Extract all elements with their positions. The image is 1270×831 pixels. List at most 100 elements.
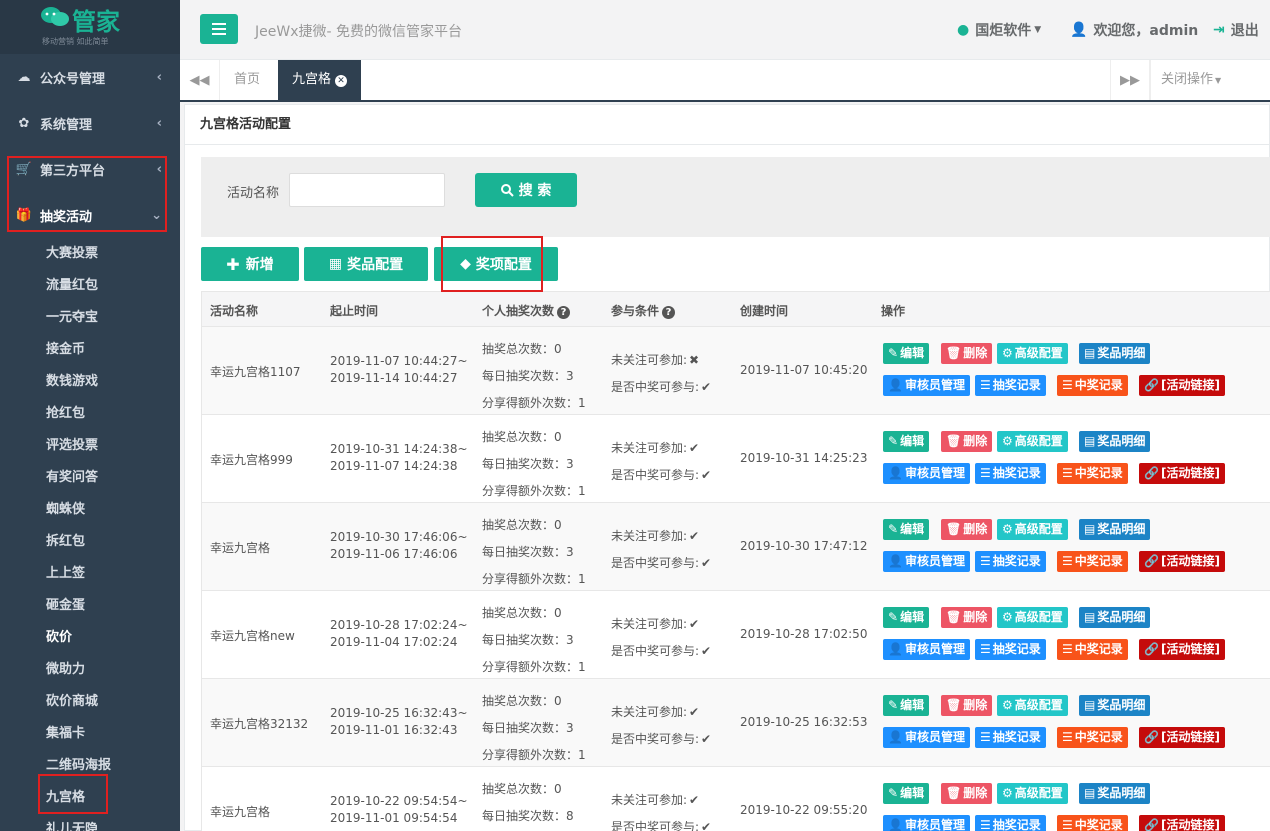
close-tab-icon[interactable]: ✕: [335, 75, 348, 87]
op-button-0[interactable]: ✎ 编辑: [883, 695, 930, 716]
sidebar-subitem[interactable]: 砍价: [0, 622, 180, 654]
op-button-1[interactable]: 🗑 删除: [941, 607, 993, 628]
sidebar-menu-toggle[interactable]: 🎁 抽奖活动 ⌄: [0, 192, 180, 238]
op-button-6[interactable]: ☰ 中奖记录: [1057, 463, 1128, 484]
op-label: [活动链接]: [1160, 730, 1220, 744]
op-button-0[interactable]: ✎ 编辑: [883, 343, 930, 364]
tab-home[interactable]: 首页: [220, 60, 274, 100]
activity-name: 幸运九宫格: [210, 805, 271, 819]
op-button-5[interactable]: ☰ 抽奖记录: [975, 551, 1046, 572]
sidebar-subitem[interactable]: 集福卡: [0, 718, 180, 750]
count-line: 分享得额外次数：1: [482, 390, 586, 417]
op-button-1[interactable]: 🗑 删除: [941, 695, 993, 716]
sidebar-subitem[interactable]: 评选投票: [0, 430, 180, 462]
search-button[interactable]: 搜 索: [475, 173, 577, 207]
sidebar-subitem[interactable]: 一元夺宝: [0, 302, 180, 334]
sidebar-menu-toggle[interactable]: ☁ 公众号管理 ‹: [0, 54, 180, 100]
prize-config-button[interactable]: ▦ 奖品配置: [304, 247, 428, 281]
op-button-4[interactable]: 👤 审核员管理: [883, 639, 970, 660]
sidebar-subitem[interactable]: 拆红包: [0, 526, 180, 558]
op-label: 编辑: [900, 698, 925, 712]
op-button-2[interactable]: ⚙ 高级配置: [997, 783, 1068, 804]
op-button-1[interactable]: 🗑 删除: [941, 343, 993, 364]
op-button-0[interactable]: ✎ 编辑: [883, 519, 930, 540]
sidebar-subitem[interactable]: 抢红包: [0, 398, 180, 430]
sidebar-subitem[interactable]: 数钱游戏: [0, 366, 180, 398]
op-icon: 🔗: [1144, 466, 1159, 480]
tab-jiugongge[interactable]: 九宫格 ✕: [278, 60, 362, 100]
sidebar-menu-toggle[interactable]: 🛒 第三方平台 ‹: [0, 146, 180, 192]
software-menu[interactable]: ● 国炬软件 ▼: [957, 20, 1041, 40]
sidebar-subitem[interactable]: 砸金蛋: [0, 590, 180, 622]
sidebar-subitem[interactable]: 上上签: [0, 558, 180, 590]
op-button-7[interactable]: 🔗 [活动链接]: [1139, 727, 1225, 748]
start-time: 2019-10-22 09:54:54~: [330, 794, 468, 808]
backward-icon: ◀◀: [189, 72, 210, 88]
logout-link[interactable]: ⇥ 退出: [1213, 20, 1259, 40]
op-button-5[interactable]: ☰ 抽奖记录: [975, 815, 1046, 831]
sidebar-subitem[interactable]: 蜘蛛侠: [0, 494, 180, 526]
add-button[interactable]: ✚ 新增: [201, 247, 299, 281]
menu-toggle-button[interactable]: [200, 14, 238, 44]
op-button-6[interactable]: ☰ 中奖记录: [1057, 727, 1128, 748]
op-button-3[interactable]: ▤ 奖品明细: [1079, 519, 1151, 540]
op-button-7[interactable]: 🔗 [活动链接]: [1139, 463, 1225, 484]
op-button-6[interactable]: ☰ 中奖记录: [1057, 551, 1128, 572]
count-line: 分享得额外次数：1: [482, 478, 586, 505]
sidebar-menu-toggle[interactable]: ✿ 系统管理 ‹: [0, 100, 180, 146]
op-button-3[interactable]: ▤ 奖品明细: [1079, 607, 1151, 628]
op-button-7[interactable]: 🔗 [活动链接]: [1139, 639, 1225, 660]
op-button-4[interactable]: 👤 审核员管理: [883, 815, 970, 831]
op-button-4[interactable]: 👤 审核员管理: [883, 463, 970, 484]
sidebar-subitem[interactable]: 大赛投票: [0, 238, 180, 270]
op-button-4[interactable]: 👤 审核员管理: [883, 727, 970, 748]
participation-conditions: 未关注可参加: ✔ 是否中奖可参与: ✔: [611, 523, 711, 577]
award-config-button[interactable]: ◆ 奖项配置: [434, 247, 558, 281]
op-button-1[interactable]: 🗑 删除: [941, 431, 993, 452]
activity-name-input[interactable]: [289, 173, 445, 207]
op-button-1[interactable]: 🗑 删除: [941, 783, 993, 804]
op-button-6[interactable]: ☰ 中奖记录: [1057, 815, 1128, 831]
op-button-2[interactable]: ⚙ 高级配置: [997, 343, 1068, 364]
user-welcome[interactable]: 👤 欢迎您，admin: [1070, 20, 1198, 40]
op-button-5[interactable]: ☰ 抽奖记录: [975, 375, 1046, 396]
draw-counts: 抽奖总次数：0 每日抽奖次数：3 分享得额外次数：1: [482, 600, 586, 681]
sidebar-subitem[interactable]: 九宫格: [0, 782, 180, 814]
sidebar-subitem[interactable]: 砍价商城: [0, 686, 180, 718]
op-button-0[interactable]: ✎ 编辑: [883, 783, 930, 804]
op-button-2[interactable]: ⚙ 高级配置: [997, 519, 1068, 540]
op-button-3[interactable]: ▤ 奖品明细: [1079, 783, 1151, 804]
op-button-2[interactable]: ⚙ 高级配置: [997, 695, 1068, 716]
op-button-3[interactable]: ▤ 奖品明细: [1079, 695, 1151, 716]
op-button-7[interactable]: 🔗 [活动链接]: [1139, 375, 1225, 396]
tab-scroll-left-button[interactable]: ◀◀: [180, 60, 220, 100]
op-button-7[interactable]: 🔗 [活动链接]: [1139, 815, 1225, 831]
op-button-7[interactable]: 🔗 [活动链接]: [1139, 551, 1225, 572]
op-button-4[interactable]: 👤 审核员管理: [883, 375, 970, 396]
sidebar-subitem[interactable]: 流量红包: [0, 270, 180, 302]
count-line: 每日抽奖次数：8: [482, 803, 578, 830]
op-button-6[interactable]: ☰ 中奖记录: [1057, 639, 1128, 660]
question-icon[interactable]: ?: [557, 306, 571, 319]
close-operations-dropdown[interactable]: 关闭操作 ▼: [1150, 60, 1230, 100]
op-button-3[interactable]: ▤ 奖品明细: [1079, 431, 1151, 452]
op-button-6[interactable]: ☰ 中奖记录: [1057, 375, 1128, 396]
sidebar-subitem[interactable]: 接金币: [0, 334, 180, 366]
count-value: 3: [566, 721, 574, 735]
op-button-2[interactable]: ⚙ 高级配置: [997, 607, 1068, 628]
op-button-4[interactable]: 👤 审核员管理: [883, 551, 970, 572]
op-button-1[interactable]: 🗑 删除: [941, 519, 993, 540]
op-button-2[interactable]: ⚙ 高级配置: [997, 431, 1068, 452]
sidebar-subitem[interactable]: 有奖问答: [0, 462, 180, 494]
op-button-0[interactable]: ✎ 编辑: [883, 431, 930, 452]
sidebar-subitem[interactable]: 二维码海报: [0, 750, 180, 782]
tab-scroll-right-button[interactable]: ▶▶: [1110, 60, 1150, 100]
op-button-5[interactable]: ☰ 抽奖记录: [975, 639, 1046, 660]
op-button-0[interactable]: ✎ 编辑: [883, 607, 930, 628]
op-button-5[interactable]: ☰ 抽奖记录: [975, 727, 1046, 748]
op-button-3[interactable]: ▤ 奖品明细: [1079, 343, 1151, 364]
sidebar-subitem[interactable]: 微助力: [0, 654, 180, 686]
question-icon[interactable]: ?: [662, 306, 676, 319]
sidebar-subitem[interactable]: 礼儿无隐: [0, 814, 180, 831]
op-button-5[interactable]: ☰ 抽奖记录: [975, 463, 1046, 484]
